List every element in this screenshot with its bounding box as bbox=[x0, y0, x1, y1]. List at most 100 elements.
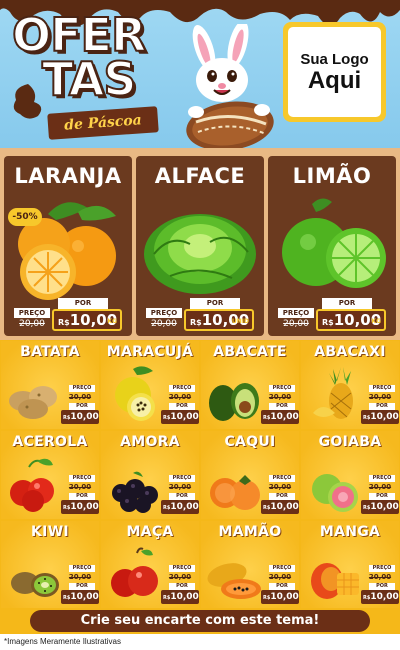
por-label: POR bbox=[69, 493, 95, 500]
preco-label: PREÇO bbox=[269, 565, 295, 572]
old-price: 20,00 bbox=[368, 483, 392, 491]
title-line-2: TAS bbox=[41, 52, 138, 106]
preco-label: PREÇO bbox=[169, 385, 195, 392]
price-value: 10,00 bbox=[170, 592, 199, 602]
price-tag: PREÇO 20,00 POR R$10,00 bbox=[361, 565, 399, 605]
preco-label: PREÇO bbox=[69, 475, 95, 482]
old-price: 20,00 bbox=[368, 393, 392, 401]
product-name: CAQUI bbox=[224, 434, 276, 450]
logo-text-line-2: Aqui bbox=[307, 66, 362, 94]
product-card: ACEROLA PREÇO 20,00 POR R$10,00 bbox=[1, 431, 99, 519]
disclaimer-text: *Imagens Meramente Ilustrativas bbox=[4, 637, 121, 646]
new-price: R$10,00 KG bbox=[52, 309, 122, 331]
featured-panel: LARANJA -50% PREÇO 20,00 POR R$10,00KG bbox=[0, 148, 400, 340]
mango-icon bbox=[311, 563, 359, 599]
header-banner: OFER TAS de Páscoa Sua Logo Aqui bbox=[0, 0, 400, 150]
discount-badge: -50% bbox=[8, 208, 42, 226]
product-card: MAÇA PREÇO 20,00 POR R$10,00 bbox=[101, 521, 199, 609]
product-card: KIWI PREÇO 20,00 POR R$10,00 bbox=[1, 521, 99, 609]
por-label: POR bbox=[369, 403, 395, 410]
product-name: MANGA bbox=[319, 524, 381, 540]
price-unit: KG bbox=[371, 318, 381, 325]
price-tag: PREÇO 20,00 POR R$10,00 bbox=[61, 475, 99, 515]
old-price: 20,00 bbox=[168, 393, 192, 401]
price-value: 10,00 bbox=[170, 502, 199, 512]
old-price: 20,00 bbox=[368, 573, 392, 581]
por-label: POR bbox=[369, 493, 395, 500]
pineapple-icon bbox=[313, 367, 353, 419]
product-name: ACEROLA bbox=[12, 434, 88, 450]
currency: R$ bbox=[322, 318, 334, 327]
price-tag: PREÇO 20,00 POR R$10,00 bbox=[161, 565, 199, 605]
old-price: 20,00 bbox=[168, 483, 192, 491]
product-card: CAQUI PREÇO 20,00 POR R$10,00 bbox=[201, 431, 299, 519]
new-price: R$10,00 bbox=[161, 410, 199, 424]
price-value: 10,00 bbox=[270, 502, 299, 512]
lettuce-icon bbox=[144, 214, 256, 294]
old-price: 20,00 bbox=[68, 573, 92, 581]
featured-card: LARANJA -50% PREÇO 20,00 POR R$10,00 KG bbox=[4, 156, 132, 336]
price-tag: PREÇO 20,00 POR R$10,00 bbox=[261, 475, 299, 515]
new-price: R$10,00 bbox=[361, 500, 399, 514]
kiwi-icon bbox=[11, 572, 59, 597]
price-tag: PREÇO 20,00 POR R$10,00 bbox=[61, 565, 99, 605]
price-value: 10,00 bbox=[270, 592, 299, 602]
price-tag: PREÇO 20,00 POR R$10,00 UNID bbox=[146, 298, 254, 332]
potato-icon bbox=[9, 386, 57, 419]
new-price: R$10,00 bbox=[161, 500, 199, 514]
product-card: ABACAXI PREÇO 20,00 POR R$10,00 bbox=[301, 341, 399, 429]
price-tag: PREÇO 20,00 POR R$10,00 bbox=[361, 475, 399, 515]
price-value: 10,00 bbox=[370, 502, 399, 512]
new-price: R$10,00 bbox=[261, 410, 299, 424]
product-card: MARACUJÁ PREÇO 20,00 POR R$10,00 bbox=[101, 341, 199, 429]
papaya-icon bbox=[207, 563, 261, 599]
preco-label: PREÇO bbox=[269, 475, 295, 482]
price-value: 10,00 bbox=[270, 412, 299, 422]
new-price: R$10,00 bbox=[361, 590, 399, 604]
featured-card: LIMÃO PREÇO 20,00 POR R$10,00 KG bbox=[268, 156, 396, 336]
por-label: POR bbox=[58, 298, 108, 309]
product-name: BATATA bbox=[20, 344, 80, 360]
preco-label: PREÇO bbox=[169, 475, 195, 482]
preco-label: PREÇO bbox=[278, 308, 314, 318]
product-grid: BATATA PREÇO 20,00 POR R$10,00 MARACUJÁ PREÇO 2… bbox=[0, 340, 400, 609]
preco-label: PREÇO bbox=[14, 308, 50, 318]
price-tag: PREÇO 20,00 POR R$10,00 bbox=[261, 565, 299, 605]
price-unit: KG bbox=[107, 318, 117, 325]
price-value: 10,00 bbox=[70, 592, 99, 602]
product-name: AMORA bbox=[120, 434, 180, 450]
old-price: 20,00 bbox=[68, 483, 92, 491]
por-label: POR bbox=[169, 403, 195, 410]
logo-placeholder: Sua Logo Aqui bbox=[283, 22, 386, 122]
old-price: 20,00 bbox=[68, 393, 92, 401]
acerola-icon bbox=[10, 458, 54, 512]
offers-title: OFER TAS de Páscoa bbox=[8, 11, 178, 142]
price-tag: PREÇO 20,00 POR R$10,00 KG bbox=[278, 298, 386, 332]
new-price: R$10,00 UNID bbox=[184, 309, 254, 331]
subtitle-ribbon: de Páscoa bbox=[47, 106, 159, 140]
new-price: R$10,00 bbox=[61, 500, 99, 514]
por-label: POR bbox=[269, 493, 295, 500]
price-unit: UNID bbox=[231, 318, 249, 325]
preco-label: PREÇO bbox=[369, 565, 395, 572]
lime-icon bbox=[282, 198, 386, 288]
por-label: POR bbox=[190, 298, 240, 309]
new-price: R$10,00 bbox=[161, 590, 199, 604]
por-label: POR bbox=[322, 298, 372, 309]
preco-label: PREÇO bbox=[146, 308, 182, 318]
avocado-icon bbox=[209, 383, 259, 421]
passion-fruit-icon bbox=[115, 366, 155, 421]
por-label: POR bbox=[369, 583, 395, 590]
por-label: POR bbox=[169, 493, 195, 500]
currency: R$ bbox=[58, 318, 70, 327]
price-value: 10,00 bbox=[370, 412, 399, 422]
product-name: ALFACE bbox=[154, 164, 246, 188]
por-label: POR bbox=[269, 403, 295, 410]
easter-bunny-icon bbox=[186, 24, 274, 150]
por-label: POR bbox=[269, 583, 295, 590]
preco-label: PREÇO bbox=[369, 475, 395, 482]
guava-icon bbox=[312, 474, 358, 512]
product-card: AMORA PREÇO 20,00 POR R$10,00 bbox=[101, 431, 199, 519]
product-name: MARACUJÁ bbox=[106, 344, 194, 360]
product-name: GOIABA bbox=[318, 434, 382, 450]
